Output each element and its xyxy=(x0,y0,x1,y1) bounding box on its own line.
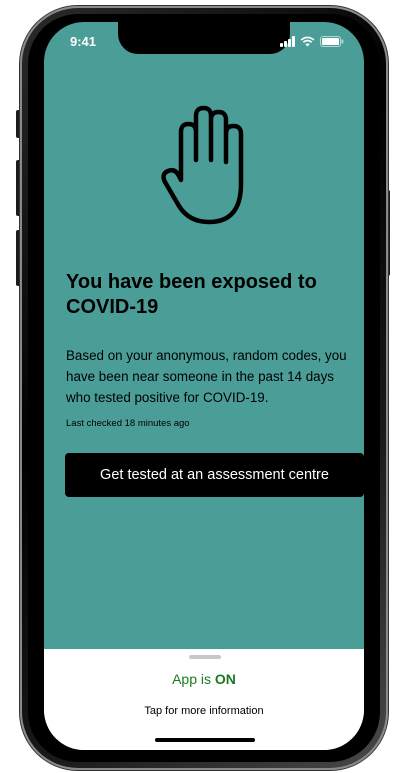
get-tested-button[interactable]: Get tested at an assessment centre xyxy=(65,453,364,497)
status-time: 9:41 xyxy=(70,34,97,49)
alert-description: Based on your anonymous, random codes, y… xyxy=(66,348,347,405)
wifi-icon xyxy=(300,36,315,47)
last-checked-timestamp: Last checked 18 minutes ago xyxy=(66,418,190,429)
app-status-label: App is ON xyxy=(44,671,364,687)
signal-icon xyxy=(280,35,295,47)
app-status-sheet[interactable]: App is ON Tap for more information xyxy=(44,649,364,750)
sheet-grabber-handle[interactable] xyxy=(189,655,221,659)
app-status-value: ON xyxy=(214,671,236,687)
hand-stop-icon xyxy=(161,102,253,228)
app-screen: 9:41 You have been exposed to COVID-19 B… xyxy=(44,22,364,750)
status-icons xyxy=(280,34,344,48)
more-info-link[interactable]: Tap for more information xyxy=(44,705,364,717)
alert-title: You have been exposed to COVID-19 xyxy=(66,271,317,318)
device-mockup: 9:41 You have been exposed to COVID-19 B… xyxy=(0,0,402,773)
battery-icon xyxy=(320,35,344,47)
notch xyxy=(118,22,290,54)
app-status-prefix: App is xyxy=(172,671,215,687)
home-indicator[interactable] xyxy=(155,738,255,742)
